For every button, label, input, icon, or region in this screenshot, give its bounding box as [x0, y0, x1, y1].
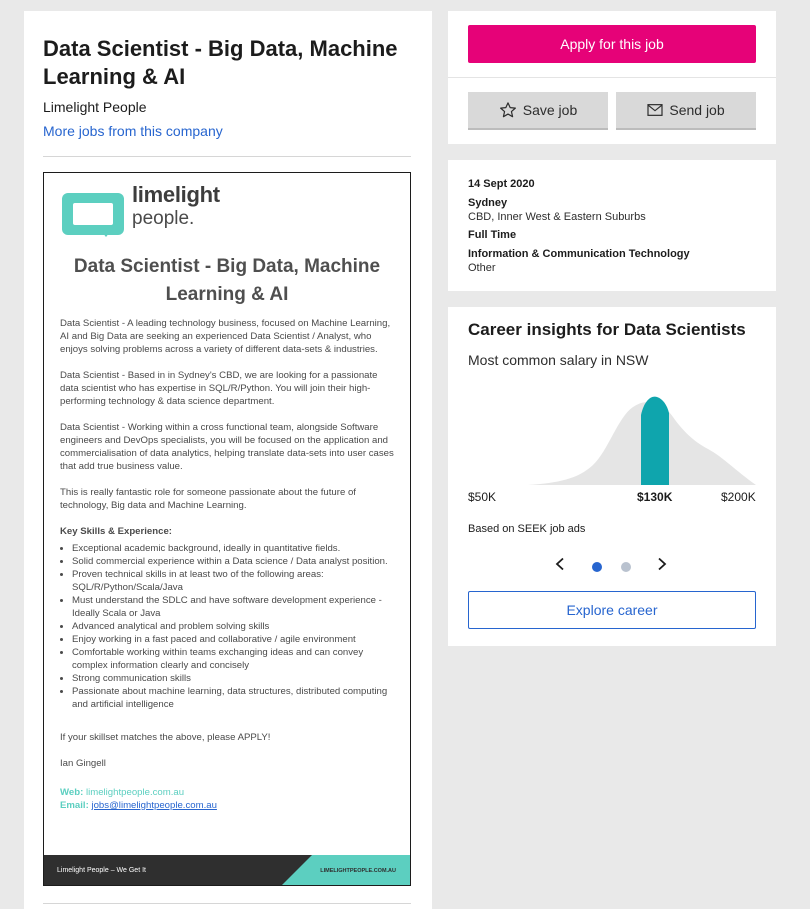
salary-tick-low: $50K — [468, 490, 497, 504]
logo-icon — [62, 193, 124, 237]
web-label: Web: — [60, 787, 84, 798]
ad-body: Data Scientist - A leading technology bu… — [60, 317, 394, 812]
job-title: Data Scientist - Big Data, Machine Learn… — [43, 36, 398, 89]
signature: Ian Gingell — [60, 758, 106, 769]
apply-button[interactable]: Apply for this job — [468, 25, 756, 63]
location[interactable]: Sydney — [468, 197, 507, 209]
job-ad: limelight people. Data Scientist - Big D… — [43, 172, 411, 886]
email-label: Email: — [60, 800, 89, 811]
save-job-button[interactable]: Save job — [468, 92, 608, 130]
send-job-label: Send job — [669, 102, 725, 118]
skill-item: Comfortable working within teams exchang… — [72, 646, 394, 672]
skill-item: Passionate about machine learning, data … — [72, 685, 394, 711]
skill-item: Exceptional academic background, ideally… — [72, 542, 394, 555]
ad-footer-tagline: Limelight People – We Get It — [44, 855, 280, 885]
email-link[interactable]: jobs@limelightpeople.com.au — [91, 800, 216, 811]
chevron-left-icon — [555, 557, 564, 571]
web-value[interactable]: limelightpeople.com.au — [86, 787, 184, 798]
skill-item: Solid commercial experience within a Dat… — [72, 555, 394, 568]
ad-paragraph: Data Scientist - Working within a cross … — [60, 422, 394, 472]
work-type: Full Time — [468, 229, 517, 241]
career-insights-panel: Career insights for Data Scientists Most… — [448, 307, 776, 646]
skill-item: Must understand the SDLC and have softwa… — [72, 594, 394, 620]
explore-career-button[interactable]: Explore career — [468, 591, 756, 629]
skill-item: Proven technical skills in at least two … — [72, 568, 394, 594]
carousel-next-button[interactable] — [656, 557, 668, 576]
closing-text: If your skillset matches the above, plea… — [60, 732, 271, 743]
send-job-button[interactable]: Send job — [616, 92, 756, 130]
career-insights-subtitle: Most common salary in NSW — [468, 352, 649, 368]
skills-heading: Key Skills & Experience: — [60, 526, 172, 537]
sub-classification[interactable]: Other — [468, 262, 496, 274]
carousel-prev-button[interactable] — [554, 557, 566, 576]
logo-text-line2: people. — [132, 208, 195, 229]
logo-text-line1: limelight — [132, 182, 220, 207]
salary-distribution-area — [468, 402, 756, 485]
salary-highlight-bar — [641, 396, 669, 485]
salary-tick-mid: $130K — [637, 490, 673, 504]
classification[interactable]: Information & Communication Technology — [468, 248, 690, 260]
skill-item: Advanced analytical and problem solving … — [72, 620, 394, 633]
skill-item: Strong communication skills — [72, 672, 394, 685]
apply-panel: Apply for this job Save job Send job — [448, 11, 776, 144]
ad-title: Data Scientist - Big Data, Machine Learn… — [73, 256, 381, 305]
company-name: Limelight People — [43, 99, 147, 115]
mail-icon — [647, 103, 663, 117]
divider — [448, 77, 776, 78]
web-line: Web: limelightpeople.com.au — [60, 786, 394, 799]
ad-paragraph: Data Scientist - Based in in Sydney's CB… — [60, 370, 378, 407]
job-details-panel: Data Scientist - Big Data, Machine Learn… — [24, 11, 432, 909]
carousel-dot-2[interactable] — [621, 559, 631, 577]
divider — [43, 156, 411, 157]
job-info-panel: 14 Sept 2020 Sydney CBD, Inner West & Ea… — [448, 160, 776, 291]
email-line: Email: jobs@limelightpeople.com.au — [60, 799, 394, 812]
skill-item: Enjoy working in a fast paced and collab… — [72, 633, 394, 646]
ad-paragraph: Data Scientist - A leading technology bu… — [60, 318, 391, 355]
area[interactable]: CBD, Inner West & Eastern Suburbs — [468, 211, 646, 223]
salary-distribution-chart — [468, 396, 756, 485]
divider — [43, 903, 411, 904]
skills-list: Exceptional academic background, ideally… — [60, 542, 394, 711]
more-jobs-link[interactable]: More jobs from this company — [43, 123, 223, 139]
career-insights-title: Career insights for Data Scientists — [468, 320, 746, 339]
ad-footer-divider — [280, 855, 312, 885]
salary-tick-high: $200K — [721, 490, 756, 504]
based-on-note: Based on SEEK job ads — [468, 523, 586, 535]
save-job-label: Save job — [522, 102, 578, 118]
ad-paragraph: This is really fantastic role for someon… — [60, 487, 356, 511]
star-icon — [499, 101, 517, 119]
chevron-right-icon — [658, 557, 667, 571]
carousel-dot-1[interactable] — [592, 559, 602, 577]
listing-date: 14 Sept 2020 — [468, 178, 535, 190]
